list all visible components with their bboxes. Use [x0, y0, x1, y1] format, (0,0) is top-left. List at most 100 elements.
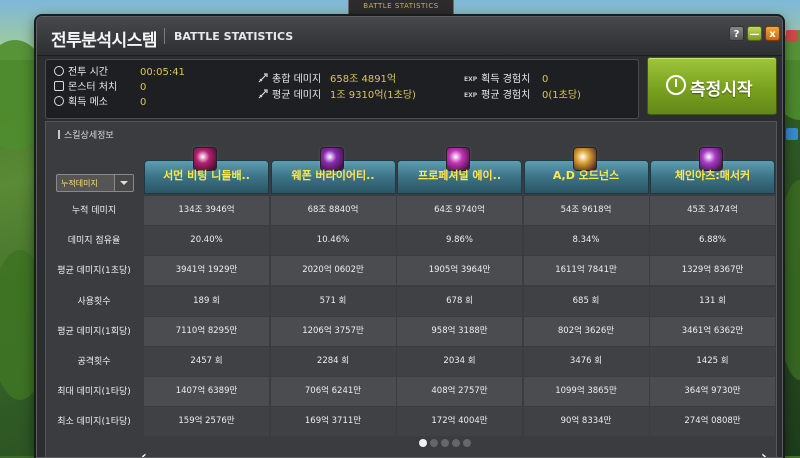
stat-cell: 172억 4004만 [397, 407, 522, 437]
stat-cell: 3941억 1929만 [144, 256, 269, 286]
row-label: 사용횟수 [77, 296, 111, 307]
sword-icon [258, 89, 268, 99]
stat-cell: 571 회 [270, 286, 396, 316]
sort-dropdown[interactable]: 누적데미지 [56, 174, 134, 192]
stat-cell: 134조 3946억 [144, 196, 269, 225]
window-title: 전투분석시스템 [51, 31, 157, 51]
stat-cell: 54조 9618억 [523, 196, 649, 225]
window-subtitle: BATTLE STATISTICS [174, 30, 294, 43]
exp-icon: EXP [464, 76, 478, 83]
start-measure-button[interactable]: 측정시작 [647, 57, 777, 115]
row-label: 공격횟수 [77, 357, 111, 367]
title-divider [164, 28, 165, 44]
chevron-down-icon[interactable] [114, 175, 133, 191]
stat-cell: 408억 2757만 [397, 377, 522, 407]
row-label: 평균 데미지(1초당) [57, 266, 131, 277]
stat-cell: 90억 8334만 [523, 407, 649, 437]
stat-cell: 1099억 3865만 [523, 377, 649, 407]
average-damage-label: 평균 데미지 [272, 90, 322, 101]
stat-cell: 2284 회 [270, 347, 396, 376]
battle-statistics-window: 전투분석시스템 BATTLE STATISTICS ? — x 전투 시간 00… [36, 16, 783, 458]
stat-cell: 2020억 0602만 [270, 256, 396, 286]
exp-gained-row: EXP 획득 경험치 0 [464, 73, 548, 87]
skill-column: 서먼 비팅 니들배.. 134조 3946억 20.40% 3941억 1929만 18… [144, 148, 269, 444]
page-dot[interactable] [463, 439, 471, 447]
monster-kill-row: 몬스터 처치 0 [54, 81, 146, 95]
sword-icon [258, 73, 268, 83]
stat-cell: 678 회 [397, 286, 522, 316]
stat-cell: 1905억 3964만 [397, 256, 522, 286]
page-dot[interactable] [441, 439, 449, 447]
next-page-arrow-icon[interactable]: › [761, 449, 767, 457]
monster-icon [54, 81, 64, 91]
close-button[interactable]: x [765, 26, 780, 41]
stat-cell: 2034 회 [397, 347, 522, 376]
stat-cell: 9.86% [397, 226, 522, 256]
quick-icon[interactable] [786, 30, 798, 42]
stat-cell: 68조 8840억 [270, 196, 396, 225]
row-label: 데미지 점유율 [67, 236, 121, 247]
meso-label: 획득 메소 [68, 97, 108, 108]
meso-row: 획득 메소 0 [54, 96, 146, 110]
stat-cell: 64조 9740억 [397, 196, 522, 225]
stat-cell: 958억 3188만 [397, 316, 522, 346]
stat-cell: 1206억 3757만 [270, 316, 396, 346]
row-label: 최대 데미지(1타당) [57, 387, 131, 398]
page-dot[interactable] [452, 439, 460, 447]
total-damage-label: 총합 데미지 [272, 74, 322, 85]
stat-cell: 6.88% [650, 226, 775, 256]
page-dot[interactable] [430, 439, 438, 447]
clock-icon [54, 66, 64, 76]
prev-page-arrow-icon[interactable]: ‹ [141, 449, 147, 457]
skill-column: A,D 오드넌스 54조 9618억 8.34% 1611억 7841만 685 회 80… [523, 148, 649, 444]
stat-cell: 706억 6241만 [270, 377, 396, 407]
meso-value: 0 [140, 97, 147, 108]
battle-time-value: 00:05:41 [140, 67, 185, 78]
stat-cell: 3461억 6362만 [650, 316, 775, 346]
skill-column: 프로페셔널 에이.. 64조 9740억 9.86% 1905억 3964만 678 회… [397, 148, 522, 444]
skill-name: 서먼 비팅 니들배.. [163, 169, 250, 182]
battle-time-label: 전투 시간 [68, 67, 108, 78]
stat-cell: 189 회 [144, 286, 269, 316]
title-bar[interactable]: 전투분석시스템 BATTLE STATISTICS ? — x [37, 17, 782, 56]
average-damage-value: 1조 9310억(1초당) [330, 90, 416, 101]
start-measure-label: 측정시작 [690, 80, 753, 100]
monster-kill-label: 몬스터 처치 [68, 82, 118, 93]
skill-detail-panel: 스킬상세정보 누적데미지 누적 데미지데미지 점유율평균 데미지(1초당) 사용횟… [45, 121, 777, 457]
stat-cell: 364억 9730만 [650, 377, 775, 407]
stat-cell: 685 회 [523, 286, 649, 316]
help-button[interactable]: ? [729, 26, 744, 41]
battle-time-row: 전투 시간 00:05:41 [54, 66, 185, 80]
summary-panel: 전투 시간 00:05:41 몬스터 처치 0 획득 메소 0 총합 데미지 6… [45, 59, 639, 119]
skill-name: 체인아츠:매서커 [674, 169, 751, 182]
exp-icon: EXP [464, 92, 478, 99]
exp-gained-label: 획득 경험치 [481, 74, 531, 85]
skill-name: A,D 오드넌스 [552, 169, 620, 182]
stat-cell: 169억 3711만 [270, 407, 396, 437]
quick-icon[interactable] [786, 128, 798, 140]
battle-statistics-tab[interactable]: BATTLE STATISTICS [348, 0, 454, 15]
stat-cell: 1407억 6389만 [144, 377, 269, 407]
stat-cell: 1329억 8367만 [650, 256, 775, 286]
stat-cell: 2457 회 [144, 347, 269, 376]
stat-cell: 274억 0808만 [650, 407, 775, 437]
total-damage-row: 총합 데미지 658조 4891억 [258, 73, 396, 87]
row-label: 평균 데미지(1회당) [57, 326, 131, 337]
sort-dropdown-value: 누적데미지 [61, 179, 98, 188]
minimize-button[interactable]: — [747, 26, 762, 41]
skill-column: 웨폰 버라이어티.. 68조 8840억 10.46% 2020억 0602만 571 … [270, 148, 396, 444]
stat-cell: 20.40% [144, 226, 269, 256]
stat-cell: 3476 회 [523, 347, 649, 376]
skill-name: 웨폰 버라이어티.. [291, 169, 375, 182]
skill-detail-heading: 스킬상세정보 [58, 128, 114, 141]
monster-kill-value: 0 [140, 82, 147, 93]
page-dot[interactable] [419, 439, 427, 447]
exp-average-value: 0(1초당) [542, 90, 581, 101]
average-damage-row: 평균 데미지 1조 9310억(1초당) [258, 89, 416, 103]
row-label: 누적 데미지 [71, 206, 117, 216]
stat-cell: 159억 2576만 [144, 407, 269, 437]
stat-cell: 45조 3474억 [650, 196, 775, 225]
skill-name: 프로페셔널 에이.. [417, 169, 502, 182]
stat-cell: 131 회 [650, 286, 775, 316]
exp-average-row: EXP 평균 경험치 0(1초당) [464, 89, 581, 103]
